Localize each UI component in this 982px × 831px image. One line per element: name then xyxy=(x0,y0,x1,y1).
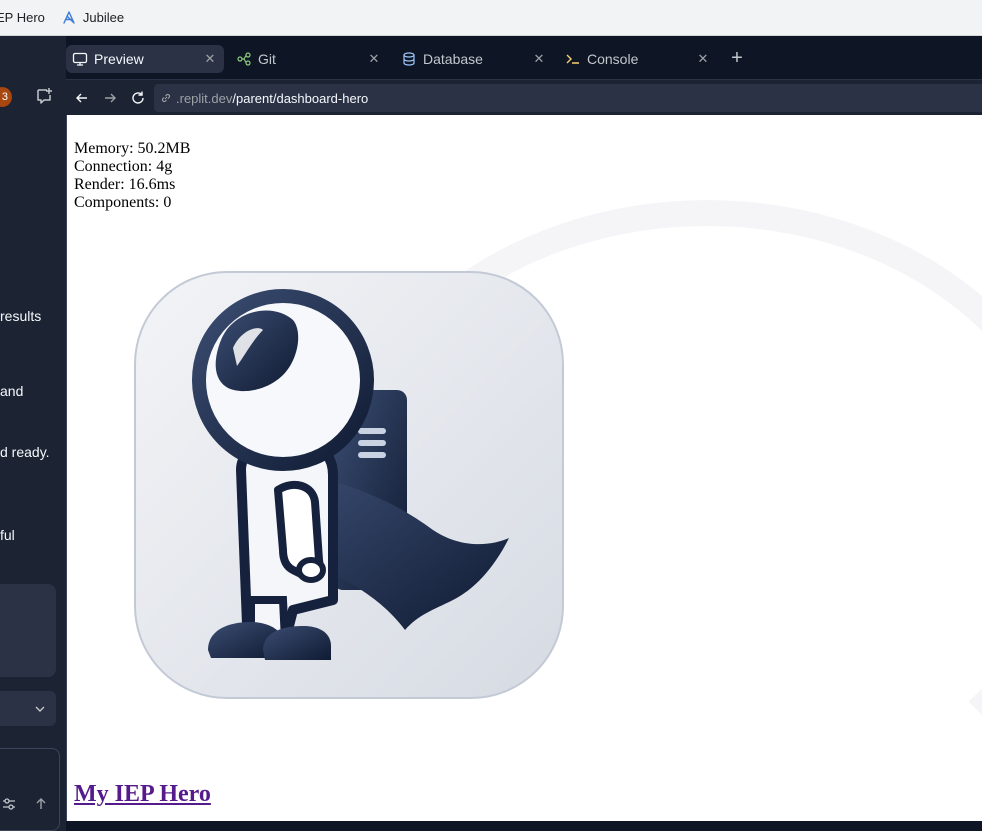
close-icon[interactable]: ✕ xyxy=(531,51,547,67)
model-select[interactable] xyxy=(0,691,56,726)
agent-chat-panel: 3 results and d ready. ful xyxy=(0,36,66,831)
memory-metric: Memory: 50.2MB xyxy=(74,140,191,157)
bottom-edge xyxy=(66,821,982,831)
workspace-tab-bar: Preview ✕ Git ✕ Database ✕ Console ✕ + xyxy=(66,39,982,79)
url-path: /parent/dashboard-hero xyxy=(232,90,369,106)
terminal-icon xyxy=(565,51,581,67)
tab-git[interactable]: Git ✕ xyxy=(230,45,388,73)
chevron-down-icon xyxy=(34,702,46,714)
bookmark-label: EP Hero xyxy=(0,10,45,25)
iep-hero-logo-image xyxy=(134,271,564,699)
back-arrow-icon[interactable] xyxy=(70,86,94,110)
close-icon[interactable]: ✕ xyxy=(366,51,382,67)
chat-message-fragment: d ready. xyxy=(0,444,50,460)
bookmark-iep-hero[interactable]: EP Hero xyxy=(0,0,53,36)
tab-label: Preview xyxy=(94,51,144,67)
preview-url-bar: .replit.dev/parent/dashboard-hero xyxy=(66,79,982,115)
chat-message-fragment: ful xyxy=(0,527,15,543)
chat-input[interactable] xyxy=(0,748,60,831)
tab-database[interactable]: Database ✕ xyxy=(395,45,553,73)
components-metric: Components: 0 xyxy=(74,194,172,211)
connection-metric: Connection: 4g xyxy=(74,158,173,175)
notification-badge: 3 xyxy=(0,87,12,107)
performance-metrics: Memory: 50.2MB Connection: 4g Render: 16… xyxy=(74,140,190,212)
render-metric: Render: 16.6ms xyxy=(74,176,176,193)
settings-sliders-icon[interactable] xyxy=(1,796,17,812)
monitor-icon xyxy=(72,51,88,67)
chat-card xyxy=(0,584,56,677)
reload-icon[interactable] xyxy=(126,86,150,110)
database-icon xyxy=(401,51,417,67)
chat-message-fragment: and xyxy=(0,383,24,399)
tab-label: Database xyxy=(423,51,483,67)
add-tab-icon[interactable]: + xyxy=(727,48,747,69)
tab-label: Git xyxy=(258,51,276,67)
link-icon xyxy=(158,90,174,106)
tab-preview[interactable]: Preview ✕ xyxy=(66,45,224,73)
new-chat-icon[interactable] xyxy=(34,86,54,106)
jubilee-icon xyxy=(61,10,77,26)
tab-console[interactable]: Console ✕ xyxy=(559,45,717,73)
my-iep-hero-link[interactable]: My IEP Hero xyxy=(74,781,211,808)
forward-arrow-icon[interactable] xyxy=(98,86,122,110)
close-icon[interactable]: ✕ xyxy=(202,51,218,67)
url-input[interactable]: .replit.dev/parent/dashboard-hero xyxy=(154,84,982,112)
preview-page: Memory: 50.2MB Connection: 4g Render: 16… xyxy=(67,115,982,821)
close-icon[interactable]: ✕ xyxy=(695,51,711,67)
send-arrow-icon[interactable] xyxy=(33,796,49,812)
bookmarks-bar: EP Hero Jubilee xyxy=(0,0,982,36)
tab-label: Console xyxy=(587,51,639,67)
git-icon xyxy=(236,51,252,67)
url-host: .replit.dev xyxy=(176,90,233,106)
chat-message-fragment: results xyxy=(0,308,42,324)
bookmark-label: Jubilee xyxy=(82,10,125,25)
bookmark-jubilee[interactable]: Jubilee xyxy=(61,0,132,36)
